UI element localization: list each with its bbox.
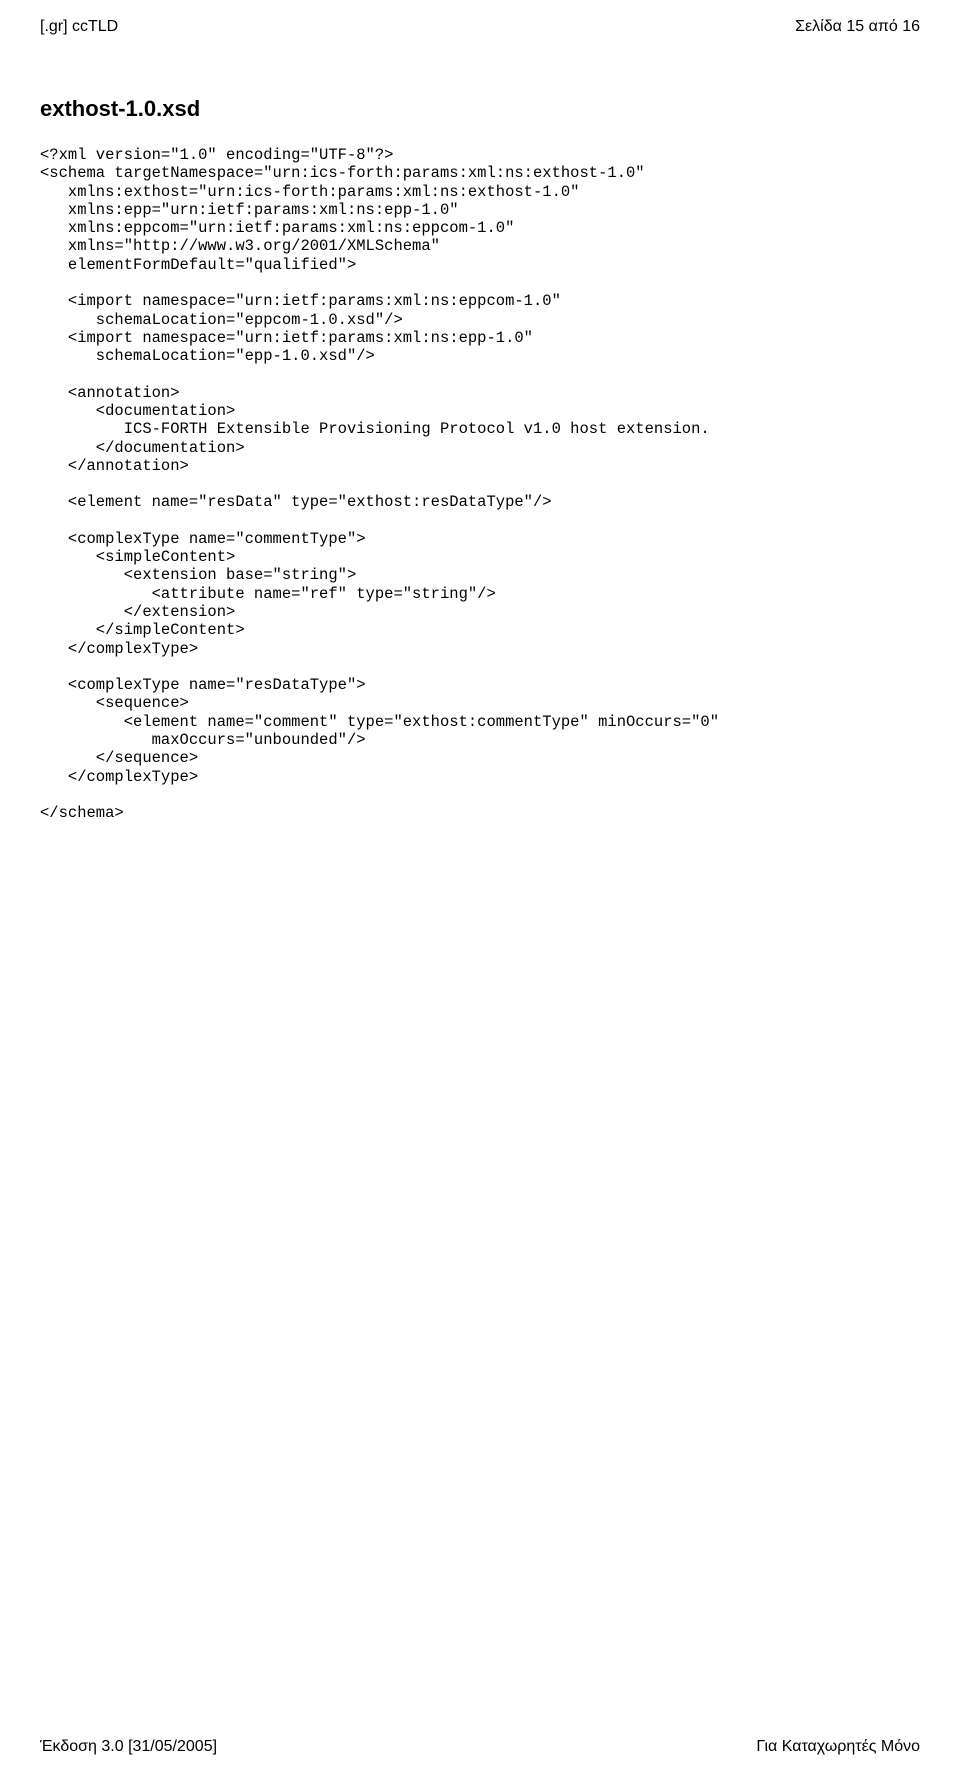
- page-header: [.gr] ccTLD Σελίδα 15 από 16: [40, 18, 920, 36]
- section-title: exthost-1.0.xsd: [40, 96, 920, 122]
- page-footer: Έκδοση 3.0 [31/05/2005] Για Καταχωρητές …: [40, 1738, 920, 1756]
- footer-version: Έκδοση 3.0 [31/05/2005]: [40, 1738, 217, 1756]
- header-page-number: Σελίδα 15 από 16: [795, 18, 920, 36]
- footer-audience: Για Καταχωρητές Μόνο: [756, 1738, 920, 1756]
- xsd-code-block: <?xml version="1.0" encoding="UTF-8"?> <…: [40, 146, 920, 822]
- header-left: [.gr] ccTLD: [40, 18, 118, 36]
